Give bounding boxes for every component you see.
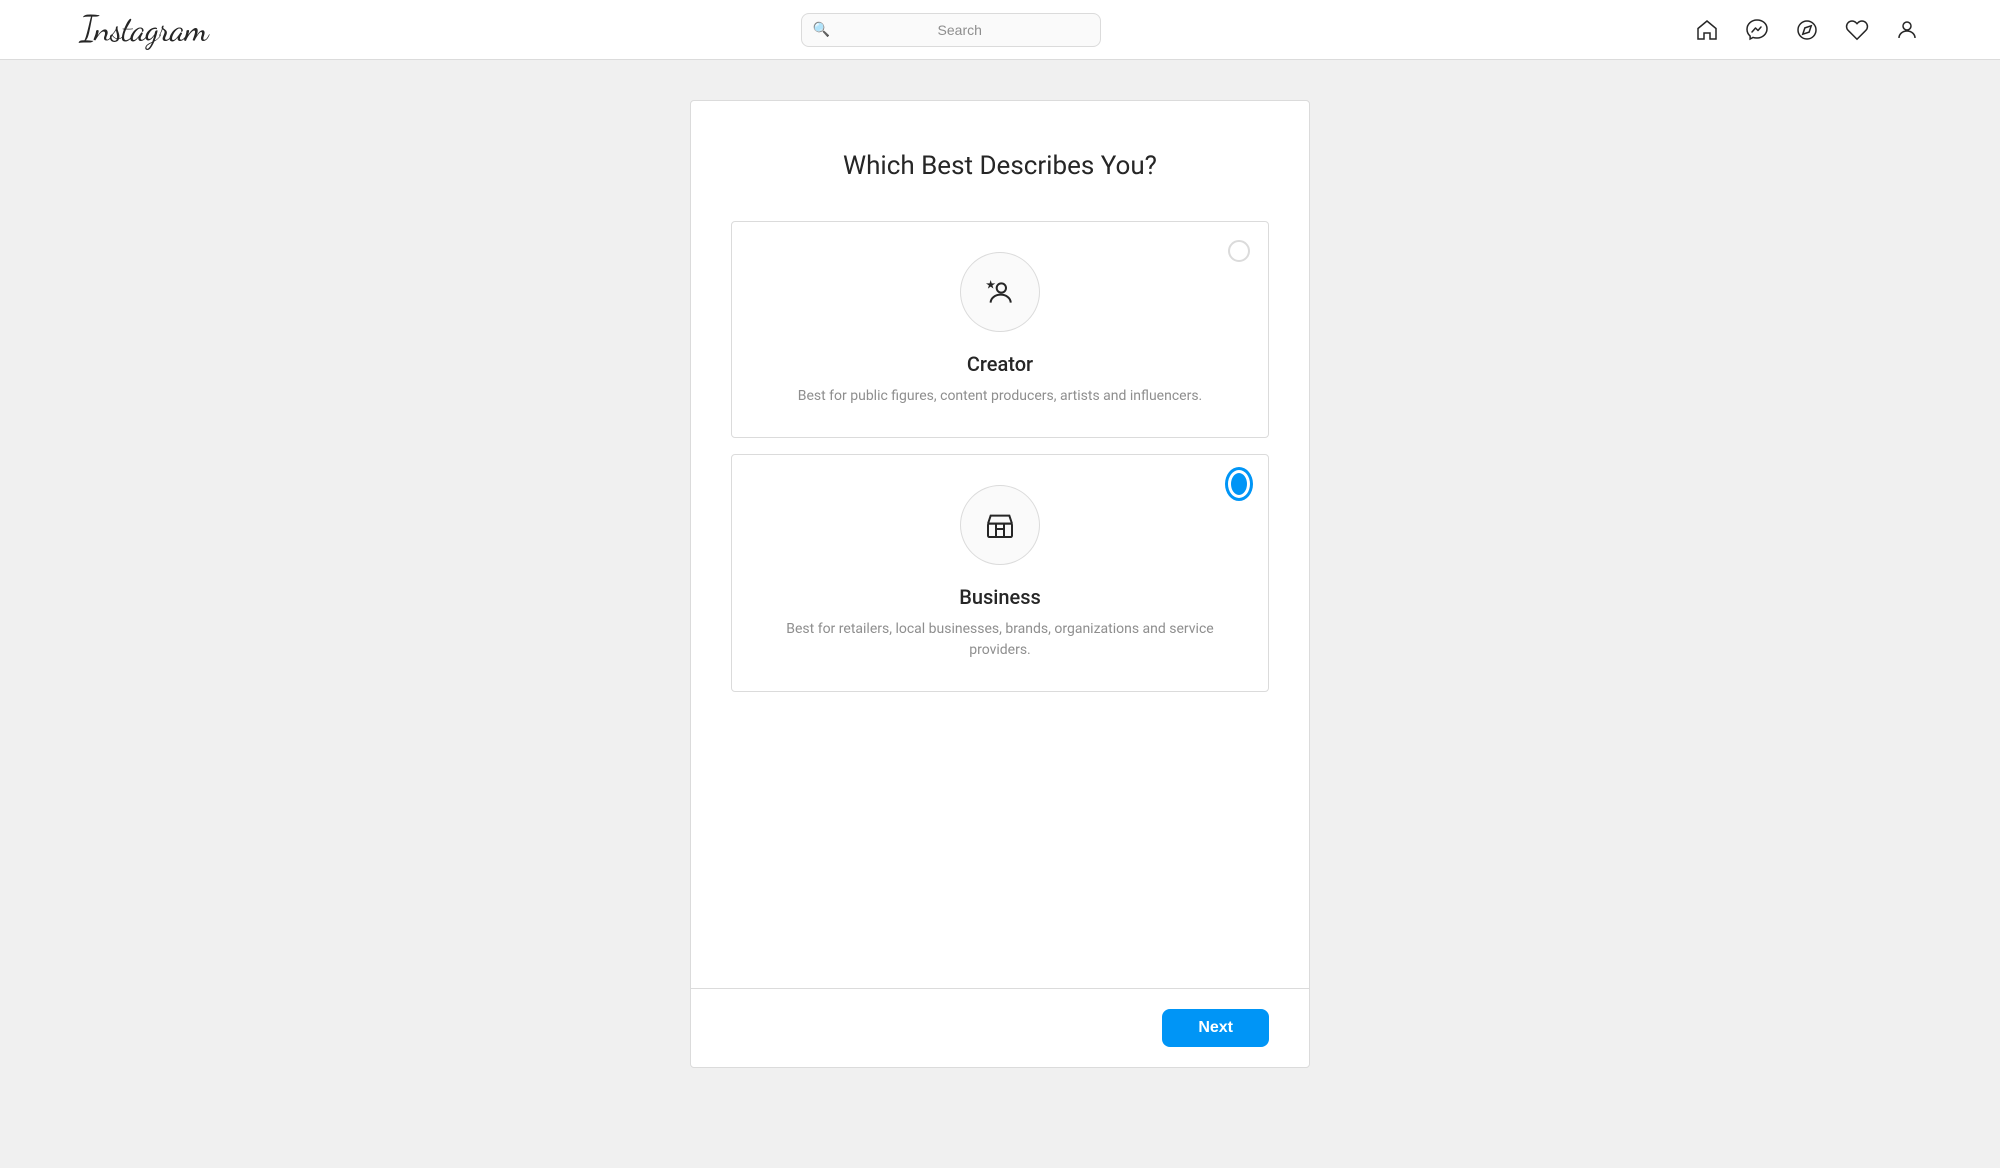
main-content: Which Best Describes You? Creator Best f…	[0, 60, 2000, 1108]
creator-icon-circle	[960, 252, 1040, 332]
selection-card: Which Best Describes You? Creator Best f…	[690, 100, 1310, 1068]
creator-option[interactable]: Creator Best for public figures, content…	[731, 221, 1269, 438]
home-icon[interactable]	[1694, 17, 1720, 43]
card-footer: Next	[691, 988, 1309, 1067]
instagram-logo: Instagram	[80, 8, 207, 51]
creator-description: Best for public figures, content produce…	[798, 386, 1203, 407]
business-option[interactable]: Business Best for retailers, local busin…	[731, 454, 1269, 692]
business-radio[interactable]	[1228, 473, 1250, 495]
search-icon: 🔍	[813, 22, 830, 38]
explore-icon[interactable]	[1794, 17, 1820, 43]
messenger-icon[interactable]	[1744, 17, 1770, 43]
creator-title: Creator	[967, 352, 1033, 376]
heart-icon[interactable]	[1844, 17, 1870, 43]
page-title: Which Best Describes You?	[731, 151, 1269, 181]
business-title: Business	[959, 585, 1041, 609]
next-button[interactable]: Next	[1162, 1009, 1269, 1047]
business-icon-circle	[960, 485, 1040, 565]
navbar: Instagram 🔍	[0, 0, 2000, 60]
nav-icons	[1694, 17, 1920, 43]
profile-avatar[interactable]	[1894, 17, 1920, 43]
creator-radio[interactable]	[1228, 240, 1250, 262]
business-description: Best for retailers, local businesses, br…	[780, 619, 1220, 661]
search-input[interactable]	[801, 13, 1101, 47]
search-container: 🔍	[801, 13, 1101, 47]
business-shop-icon	[984, 509, 1016, 541]
card-body: Which Best Describes You? Creator Best f…	[691, 101, 1309, 988]
creator-person-icon	[984, 276, 1016, 308]
